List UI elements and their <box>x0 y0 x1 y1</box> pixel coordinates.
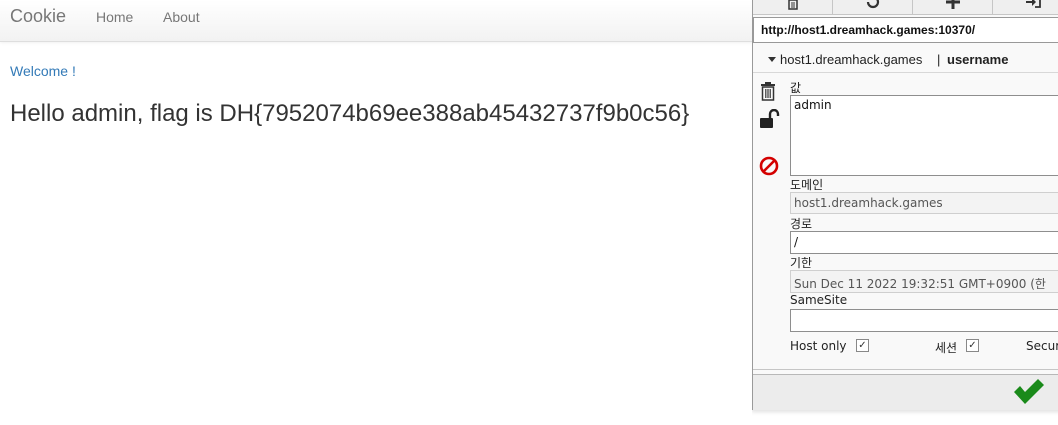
value-textarea[interactable]: admin <box>790 95 1058 176</box>
trash-icon <box>761 82 775 101</box>
block-cookie-button[interactable] <box>759 156 779 181</box>
path-label: 경로 <box>790 217 813 231</box>
delete-all-icon <box>787 0 798 10</box>
nav-link-about[interactable]: About <box>163 9 200 25</box>
welcome-text: Welcome ! <box>10 63 76 79</box>
block-icon <box>759 156 779 176</box>
expiry-label: 기한 <box>790 256 813 270</box>
navbar-brand[interactable]: Cookie <box>10 6 66 27</box>
expiry-field[interactable]: Sun Dec 11 2022 19:32:51 GMT+0900 (한 <box>790 270 1058 293</box>
value-label: 값 <box>790 81 802 95</box>
import-icon <box>1026 0 1041 8</box>
url-text: http://host1.dreamhack.games:10370/ <box>761 23 976 37</box>
panel-divider <box>753 369 1058 370</box>
cookie-editor-toolbar <box>753 0 1058 15</box>
session-checkbox[interactable]: ✓ <box>966 339 979 352</box>
samesite-label: SameSite <box>790 293 848 307</box>
cookie-editor-panel: http://host1.dreamhack.games:10370/ host… <box>752 0 1058 425</box>
delete-cookie-button[interactable] <box>759 81 777 106</box>
refresh-button[interactable] <box>833 0 913 14</box>
add-icon <box>945 0 960 9</box>
cookie-editor-footer <box>753 374 1058 410</box>
checkmark-icon <box>1014 379 1044 404</box>
secure-label: Secur <box>1026 339 1058 353</box>
url-field[interactable]: http://host1.dreamhack.games:10370/ <box>753 17 1058 43</box>
session-label: 세션 <box>935 341 958 355</box>
path-field[interactable]: / <box>790 231 1058 254</box>
cookie-editor-frame: http://host1.dreamhack.games:10370/ host… <box>752 0 1058 410</box>
delete-all-button[interactable] <box>753 0 833 14</box>
cookie-separator: | <box>937 52 941 67</box>
save-button[interactable] <box>1012 378 1046 411</box>
cookie-domain: host1.dreamhack.games <box>780 52 923 67</box>
domain-label: 도메인 <box>790 178 824 192</box>
add-cookie-button[interactable] <box>913 0 993 14</box>
cookie-name: username <box>947 52 1009 67</box>
import-button[interactable] <box>993 0 1058 14</box>
chevron-down-icon <box>768 57 776 62</box>
samesite-select[interactable] <box>790 309 1058 332</box>
cookie-item-header[interactable]: host1.dreamhack.games | username <box>753 46 1058 73</box>
refresh-icon <box>866 0 879 9</box>
host-only-checkbox[interactable]: ✓ <box>856 339 869 352</box>
domain-field[interactable]: host1.dreamhack.games <box>790 192 1058 214</box>
host-only-label: Host only <box>790 339 847 353</box>
protect-cookie-button[interactable] <box>759 108 781 134</box>
unlock-icon <box>760 108 780 128</box>
nav-link-home[interactable]: Home <box>96 9 133 25</box>
flag-message: Hello admin, flag is DH{7952074b69ee388a… <box>10 100 690 127</box>
